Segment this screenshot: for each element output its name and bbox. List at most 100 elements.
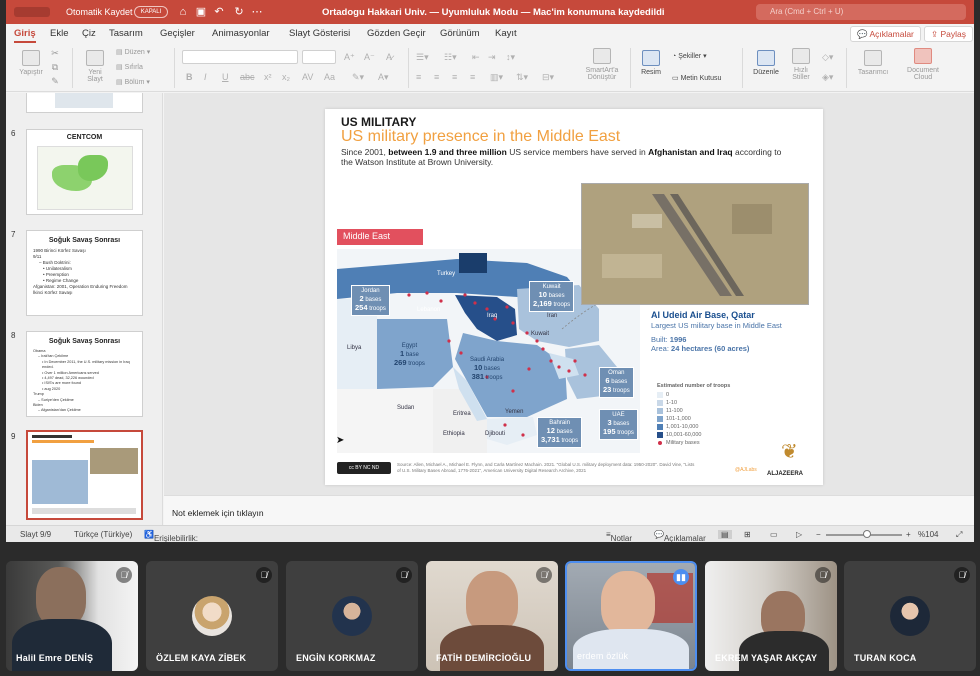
arrange-button[interactable]: Düzenle [748, 50, 784, 76]
align-text-icon[interactable]: ⊟▾ [542, 72, 554, 83]
tab-insert[interactable]: Ekle [50, 28, 68, 39]
shape-outline-icon[interactable]: ◈▾ [822, 72, 833, 83]
italic-icon[interactable]: I [204, 72, 207, 82]
document-cloud-button[interactable]: Document Cloud [902, 48, 944, 81]
increase-indent-icon[interactable]: ⇥ [488, 52, 496, 63]
doc-cloud-label-2: Cloud [913, 74, 933, 81]
shape-fill-icon[interactable]: ◇▾ [822, 52, 833, 63]
slide-thumbnail-6[interactable]: CENTCOM [26, 129, 143, 215]
tab-draw[interactable]: Çiz [82, 28, 96, 39]
numbering-icon[interactable]: ☷▾ [444, 52, 457, 63]
slideshow-view-icon[interactable]: ▷ [796, 530, 802, 539]
font-family-select[interactable] [182, 50, 298, 64]
participant-tile[interactable]: 🎙̸ ENGİN KORKMAZ [286, 561, 418, 671]
participant-tile[interactable]: 🎙̸ EKREM YAŞAR AKÇAY [705, 561, 837, 671]
paste-button[interactable]: Yapıştır [14, 50, 48, 76]
layout-button[interactable]: ▤ Düzen ▾ [116, 48, 150, 56]
align-center-icon[interactable]: ≡ [434, 72, 439, 82]
bullets-icon[interactable]: ☰▾ [416, 52, 429, 63]
font-color-icon[interactable]: A▾ [378, 72, 389, 83]
save-icon[interactable]: ▣ [194, 5, 208, 19]
font-grow-icon[interactable]: A⁺ [344, 52, 355, 63]
notes-pane[interactable]: Not eklemek için tıklayın [164, 495, 974, 525]
autosave-toggle[interactable]: KAPALI [134, 6, 168, 18]
tab-animations[interactable]: Animasyonlar [212, 28, 270, 39]
shapes-button[interactable]: ◔ Şekiller ▾ [672, 52, 707, 60]
align-left-icon[interactable]: ≡ [416, 72, 421, 82]
columns-icon[interactable]: ▥▾ [490, 72, 503, 83]
redo-icon[interactable]: ↻ [232, 5, 246, 19]
designer-button[interactable]: Tasarımcı [854, 50, 892, 76]
font-size-select[interactable] [302, 50, 336, 64]
cut-icon[interactable]: ✂ [48, 48, 62, 59]
textbox-button[interactable]: ▭ Metin Kutusu [672, 74, 721, 82]
undo-icon[interactable]: ↶ [212, 5, 226, 19]
slide-sorter-icon[interactable]: ⊞ [744, 530, 751, 539]
section-button[interactable]: ▤ Bölüm ▾ [116, 78, 150, 86]
tab-design[interactable]: Tasarım [109, 28, 143, 39]
subscript-icon[interactable]: x₂ [282, 72, 290, 82]
strikethrough-icon[interactable]: abc [240, 72, 255, 82]
bold-icon[interactable]: B [186, 72, 193, 82]
quick-styles-label-2: Stiller [792, 74, 810, 81]
notes-toggle[interactable]: ≡ Notlar [606, 530, 632, 542]
home-icon[interactable]: ⌂ [176, 5, 190, 19]
participant-name: erdem özlük [577, 651, 629, 661]
participant-tile[interactable]: 🎙̸ Halil Emre DENİŞ [6, 561, 138, 671]
brand-name: ALJAZEERA [767, 471, 804, 477]
line-spacing-icon[interactable]: ↕▾ [506, 52, 515, 63]
format-painter-icon[interactable]: ✎ [48, 76, 62, 87]
zoom-level[interactable]: %104 [918, 530, 938, 539]
superscript-icon[interactable]: x² [264, 72, 272, 82]
tab-home[interactable]: Giriş [14, 28, 36, 43]
reset-button[interactable]: ▤ Sıfırla [116, 63, 143, 71]
text-direction-icon[interactable]: ⇅▾ [516, 72, 528, 83]
participant-tile[interactable]: 🎙̸ FATİH DEMİRCİOĞLU [426, 561, 558, 671]
tab-slideshow[interactable]: Slayt Gösterisi [289, 28, 350, 39]
callout-unit: base [405, 352, 419, 358]
source-text: Source: Allen, Michael A., Michael E. Fl… [397, 462, 695, 473]
current-slide[interactable]: US MILITARY US military presence in the … [325, 109, 823, 485]
slide-thumbnail-9[interactable] [26, 430, 143, 520]
zoom-slider-handle[interactable] [863, 530, 871, 538]
zoom-out-icon[interactable]: − [816, 530, 821, 539]
comments-toggle[interactable]: 💬 Açıklamalar [654, 530, 706, 542]
comments-button[interactable]: 💬 Açıklamalar [850, 26, 921, 42]
language-status[interactable]: Türkçe (Türkiye) [74, 530, 132, 539]
search-input[interactable]: Ara (Cmd + Ctrl + U) [756, 4, 966, 20]
fit-slide-icon[interactable]: ⤢ [956, 530, 962, 540]
quick-styles-button[interactable]: Hızlı Stiller [786, 48, 816, 81]
normal-view-icon[interactable]: ▤ [718, 530, 732, 539]
share-button[interactable]: ⇪ Paylaş [924, 26, 973, 42]
mouse-cursor-icon: ➤ [336, 435, 345, 446]
copy-icon[interactable]: ⧉ [48, 62, 62, 73]
new-slide-label-1: Yeni [88, 69, 102, 76]
zoom-in-icon[interactable]: + [906, 530, 911, 539]
slide-thumbnail-8[interactable]: Soğuk Savaş Sonrası Obama – Irak'tan Çek… [26, 331, 143, 417]
align-right-icon[interactable]: ≡ [452, 72, 457, 82]
tab-transitions[interactable]: Geçişler [160, 28, 195, 39]
slide-thumbnail-5[interactable] [26, 93, 143, 113]
picture-button[interactable]: Resim [636, 50, 666, 76]
decrease-indent-icon[interactable]: ⇤ [472, 52, 480, 63]
participant-tile[interactable]: 🎙̸ TURAN KOCA [844, 561, 976, 671]
participant-tile-active-speaker[interactable]: ▮▮ erdem özlük [565, 561, 697, 671]
more-icon[interactable]: ⋯ [250, 5, 264, 19]
font-shrink-icon[interactable]: A⁻ [364, 52, 375, 63]
accessibility-status[interactable]: ♿ Erişilebilirlik: Kullanılamaz [144, 530, 198, 542]
change-case-icon[interactable]: Aa [324, 72, 335, 82]
char-spacing-icon[interactable]: AV [302, 72, 313, 82]
tab-view[interactable]: Görünüm [440, 28, 480, 39]
underline-icon[interactable]: U [222, 72, 229, 82]
new-slide-button[interactable]: Yeni Slayt [78, 50, 112, 83]
window-controls[interactable] [14, 7, 50, 17]
smartart-button[interactable]: SmartArt'a Dönüştür [580, 48, 624, 81]
clear-format-icon[interactable]: A̷ [386, 52, 392, 62]
justify-icon[interactable]: ≡ [470, 72, 475, 82]
reading-view-icon[interactable]: ▭ [770, 530, 778, 539]
highlight-icon[interactable]: ✎▾ [352, 72, 364, 83]
tab-review[interactable]: Gözden Geçir [367, 28, 426, 39]
slide-thumbnail-7[interactable]: Soğuk Savaş Sonrası 1990 Birinci Körfez … [26, 230, 143, 316]
participant-tile[interactable]: 🎙̸ ÖZLEM KAYA ZİBEK [146, 561, 278, 671]
tab-record[interactable]: Kayıt [495, 28, 517, 39]
